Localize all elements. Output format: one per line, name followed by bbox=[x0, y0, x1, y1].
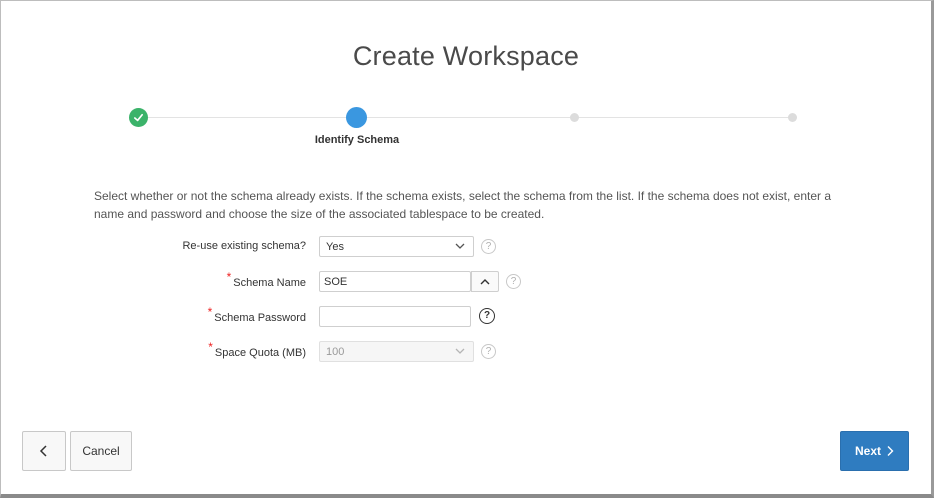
next-button[interactable]: Next bbox=[840, 431, 909, 471]
space-quota-value: 100 bbox=[326, 346, 345, 358]
reuse-schema-help-icon[interactable]: ? bbox=[481, 239, 496, 254]
schema-list-button[interactable] bbox=[471, 271, 499, 292]
required-marker: * bbox=[226, 270, 232, 284]
cancel-button[interactable]: Cancel bbox=[70, 431, 132, 471]
space-quota-select[interactable]: 100 bbox=[319, 341, 474, 362]
wizard-step-1-complete bbox=[129, 108, 148, 127]
schema-name-label: * Schema Name bbox=[226, 270, 306, 289]
chevron-down-icon bbox=[455, 348, 465, 354]
page-title: Create Workspace bbox=[352, 41, 580, 71]
schema-name-row: * Schema Name SOE ? bbox=[1, 270, 934, 293]
chevron-up-icon bbox=[480, 278, 490, 284]
wizard-current-step-label: Identify Schema bbox=[314, 134, 400, 146]
next-button-label: Next bbox=[854, 444, 881, 458]
wizard-step-4 bbox=[788, 113, 797, 122]
wizard-step-3 bbox=[570, 113, 579, 122]
schema-name-help-icon[interactable]: ? bbox=[506, 274, 521, 289]
reuse-schema-value: Yes bbox=[326, 241, 344, 253]
schema-password-row: * Schema Password ? bbox=[1, 305, 934, 328]
reuse-schema-row: Re-use existing schema? Yes ? bbox=[1, 236, 934, 258]
space-quota-label: * Space Quota (MB) bbox=[208, 340, 306, 359]
chevron-left-icon bbox=[39, 445, 47, 457]
wizard-progress-track bbox=[139, 117, 793, 118]
schema-name-input[interactable]: SOE bbox=[319, 271, 471, 292]
back-button[interactable] bbox=[22, 431, 66, 471]
chevron-right-icon bbox=[887, 446, 894, 456]
instructions-text: Select whether or not the schema already… bbox=[94, 189, 832, 221]
space-quota-row: * Space Quota (MB) 100 ? bbox=[1, 340, 934, 363]
schema-password-help-icon[interactable]: ? bbox=[479, 308, 495, 324]
required-marker: * bbox=[208, 340, 213, 354]
dialog-frame: Create Workspace Identify Schema Select … bbox=[0, 0, 934, 498]
schema-password-input[interactable] bbox=[319, 306, 471, 327]
wizard-step-2-current bbox=[346, 107, 367, 128]
required-marker: * bbox=[207, 305, 213, 319]
check-icon bbox=[134, 113, 143, 122]
reuse-schema-select[interactable]: Yes bbox=[319, 236, 474, 257]
space-quota-help-icon[interactable]: ? bbox=[481, 344, 496, 359]
reuse-schema-label: Re-use existing schema? bbox=[182, 240, 306, 252]
chevron-down-icon bbox=[455, 243, 465, 249]
schema-password-label: * Schema Password bbox=[207, 305, 306, 324]
